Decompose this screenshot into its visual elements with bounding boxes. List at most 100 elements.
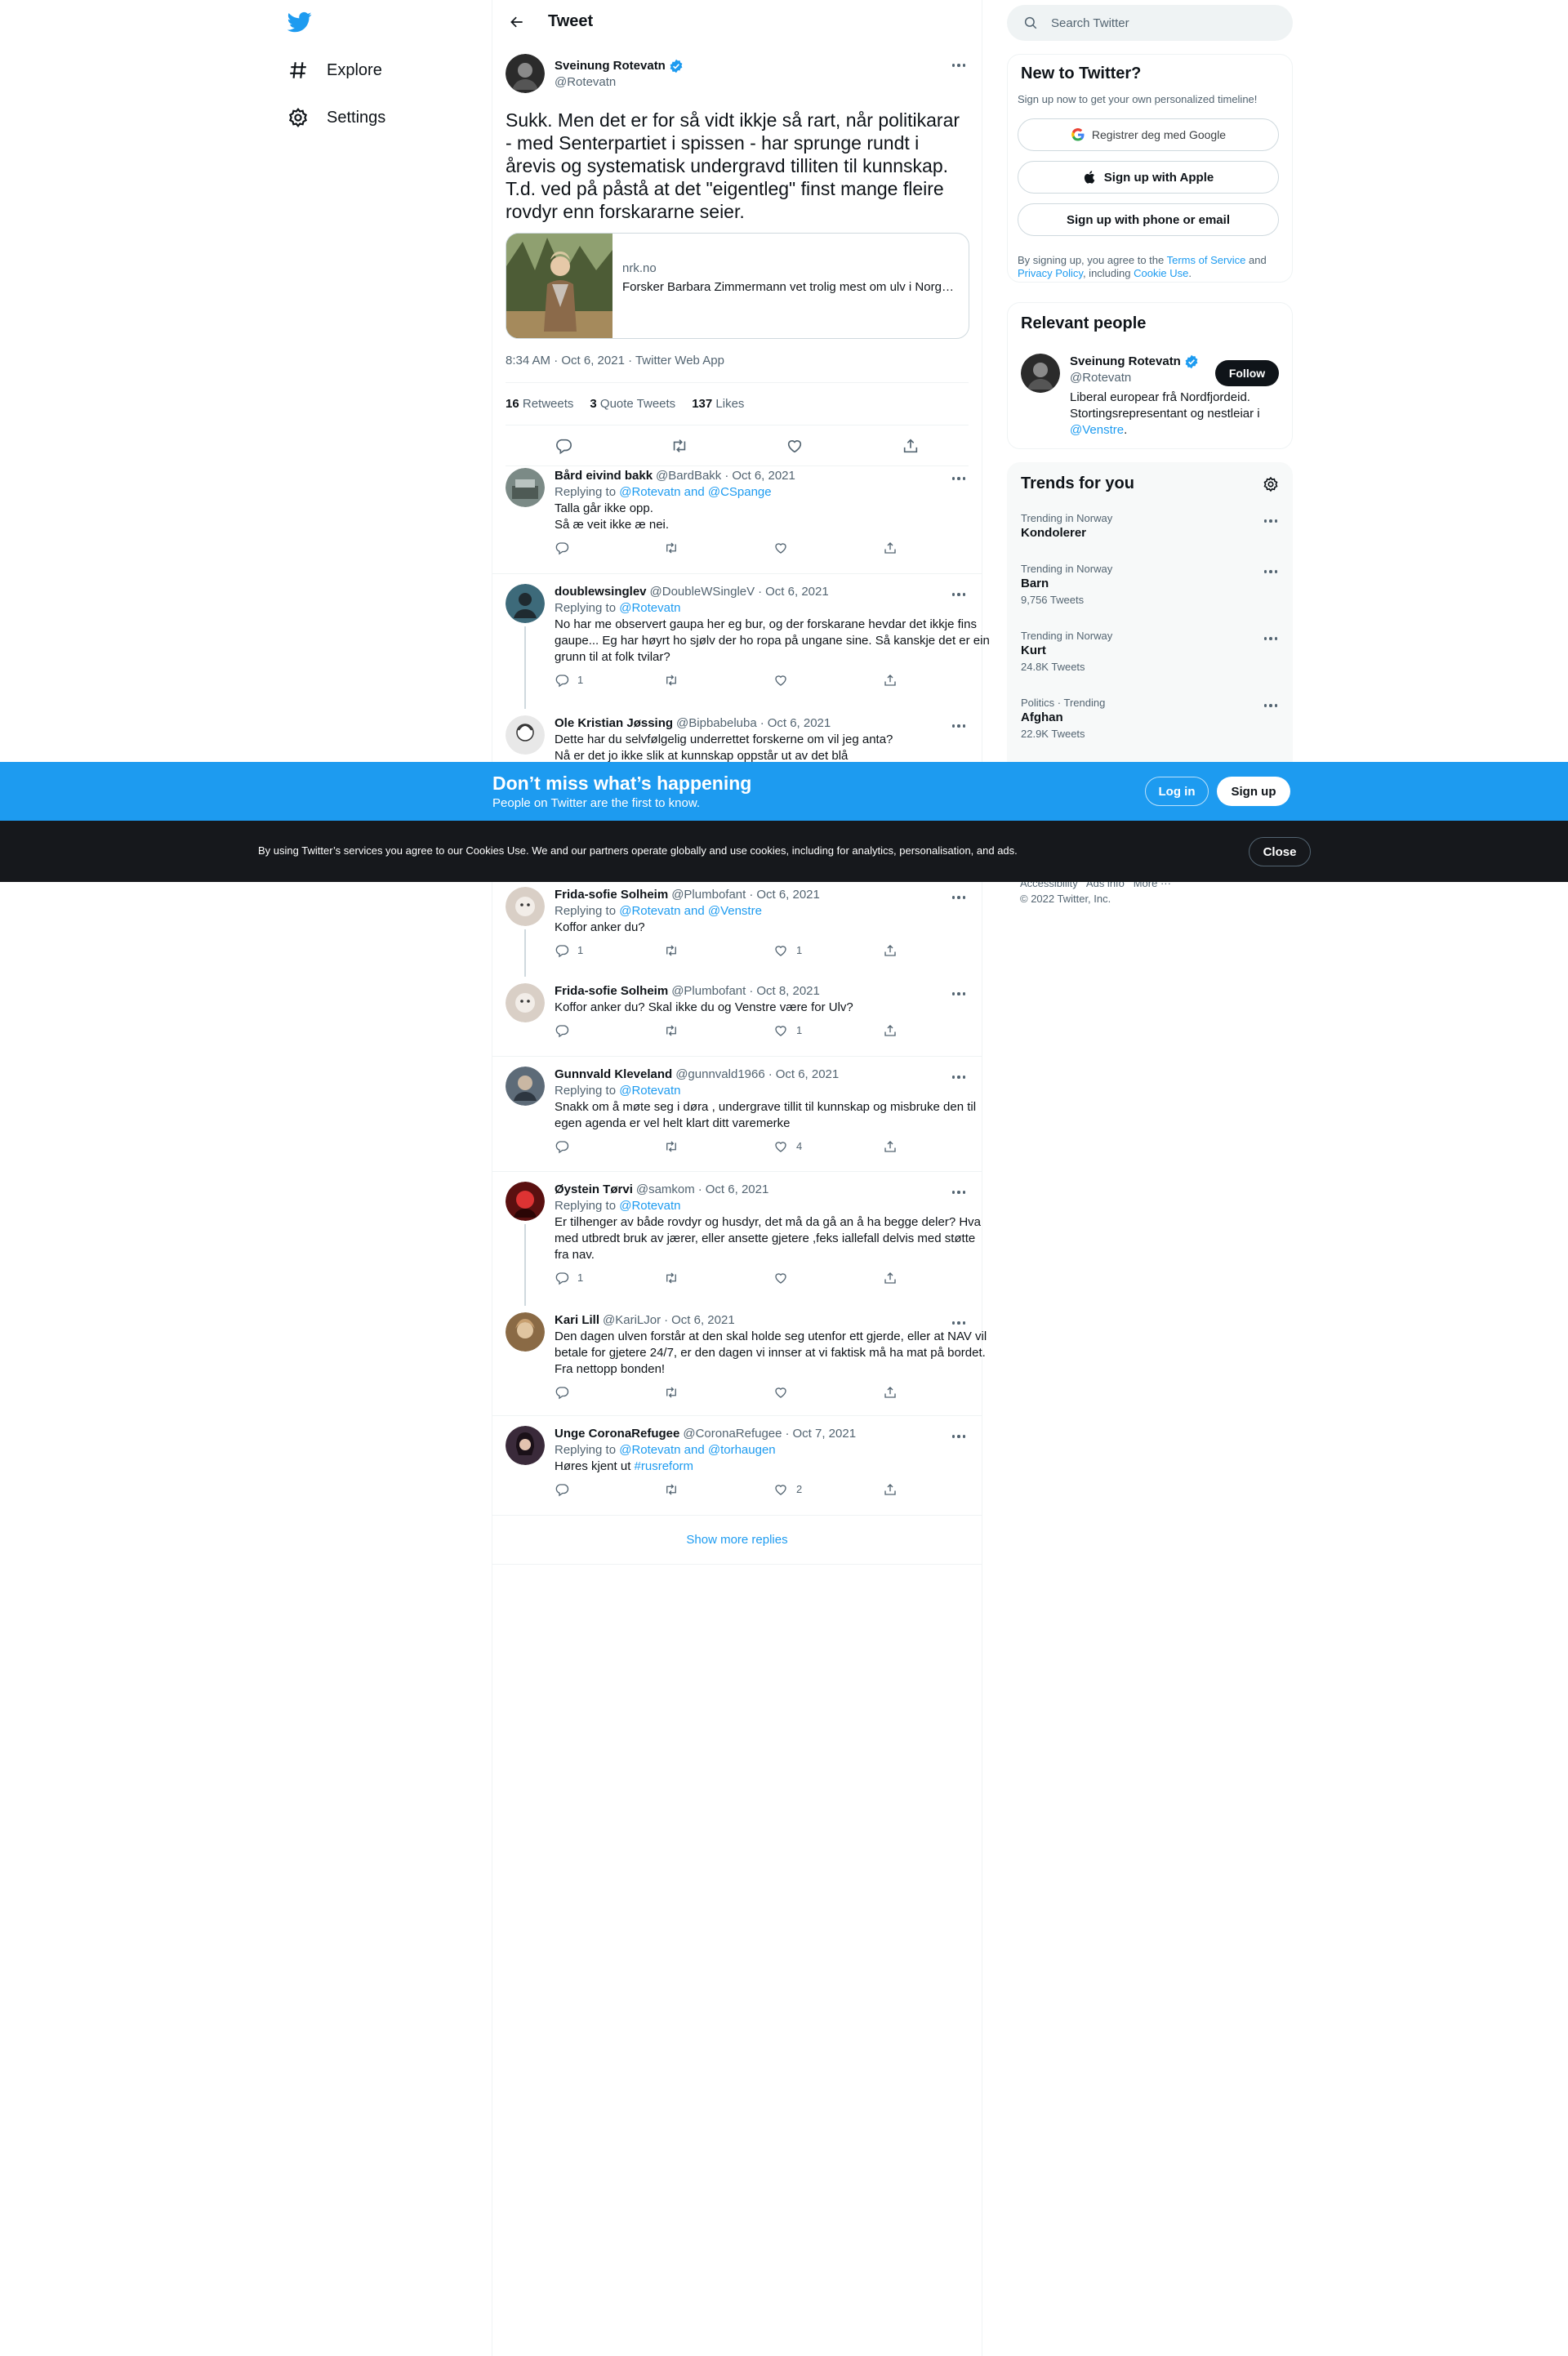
bio-mention-link[interactable]: @Venstre bbox=[1070, 423, 1124, 437]
share-button[interactable] bbox=[883, 1271, 992, 1285]
reply-button[interactable] bbox=[555, 541, 664, 555]
reply-author-handle[interactable]: @Plumbofant bbox=[671, 983, 746, 1000]
reply-button[interactable] bbox=[555, 1139, 664, 1154]
reply-avatar[interactable] bbox=[506, 887, 545, 926]
reply-avatar[interactable] bbox=[506, 983, 545, 1022]
trend-item[interactable]: Trending in Norway Barn 9,756 Tweets bbox=[1021, 563, 1281, 606]
login-button[interactable]: Log in bbox=[1145, 777, 1209, 806]
retweet-button[interactable] bbox=[664, 541, 773, 555]
likes-stat[interactable]: 137 Likes bbox=[692, 397, 744, 411]
trend-item[interactable]: Politics · Trending Afghan 22.9K Tweets bbox=[1021, 697, 1281, 740]
nav-settings[interactable]: Settings bbox=[287, 98, 385, 137]
like-button[interactable]: 4 bbox=[773, 1138, 883, 1155]
reply-author-handle[interactable]: @gunnvald1966 bbox=[675, 1067, 764, 1083]
trend-item[interactable]: Trending in Norway Kondolerer bbox=[1021, 512, 1281, 540]
reply-avatar[interactable] bbox=[506, 1312, 545, 1352]
share-button[interactable] bbox=[883, 1023, 992, 1038]
reply-author-handle[interactable]: @CoronaRefugee bbox=[683, 1426, 782, 1442]
reply-button[interactable] bbox=[555, 1023, 664, 1038]
retweet-button[interactable] bbox=[664, 1271, 773, 1285]
like-button[interactable]: 1 bbox=[773, 1022, 883, 1039]
reply-date[interactable]: Oct 8, 2021 bbox=[756, 983, 820, 1000]
share-button[interactable] bbox=[883, 1139, 992, 1154]
like-button[interactable] bbox=[773, 1385, 883, 1400]
more-options-icon[interactable] bbox=[949, 1185, 969, 1200]
signup-button[interactable]: Sign up bbox=[1217, 777, 1290, 806]
reply-author-handle[interactable]: @DoubleWSingleV bbox=[650, 584, 755, 600]
more-options-icon[interactable] bbox=[949, 719, 969, 733]
reply-button[interactable]: 1 bbox=[555, 672, 664, 688]
google-signup-button[interactable]: Registrer deg med Google bbox=[1018, 118, 1279, 151]
reply-author-handle[interactable]: @KariLJor bbox=[603, 1312, 661, 1329]
retweet-button[interactable] bbox=[664, 943, 773, 958]
settings-gear-icon[interactable] bbox=[1263, 476, 1279, 492]
retweet-button[interactable] bbox=[664, 1139, 773, 1154]
like-button[interactable] bbox=[773, 1271, 883, 1285]
relevant-person-avatar[interactable] bbox=[1021, 354, 1060, 393]
share-icon[interactable] bbox=[902, 437, 920, 455]
reply-author-name[interactable]: Ole Kristian Jøssing bbox=[555, 715, 673, 732]
more-options-icon[interactable] bbox=[1261, 698, 1281, 713]
reply-button[interactable] bbox=[555, 1385, 664, 1400]
reply-author-handle[interactable]: @Plumbofant bbox=[671, 887, 746, 903]
reply-item[interactable]: Øystein Tørvi @samkom · Oct 6, 2021 Replyin… bbox=[492, 1172, 982, 1306]
reply-date[interactable]: Oct 6, 2021 bbox=[768, 715, 831, 732]
reply-author-name[interactable]: Frida-sofie Solheim bbox=[555, 983, 668, 1000]
reply-item[interactable]: Bård eivind bakk @BardBakk · Oct 6, 2021 Re… bbox=[492, 458, 982, 574]
reply-avatar[interactable] bbox=[506, 1067, 545, 1106]
reply-icon[interactable] bbox=[555, 437, 572, 455]
reply-avatar[interactable] bbox=[506, 1426, 545, 1465]
follow-button[interactable]: Follow bbox=[1215, 360, 1279, 386]
reply-avatar[interactable] bbox=[506, 1182, 545, 1221]
reply-author-name[interactable]: Bård eivind bakk bbox=[555, 468, 653, 484]
terms-of-service-link[interactable]: Terms of Service bbox=[1167, 254, 1246, 266]
reply-item[interactable]: Gunnvald Kleveland @gunnvald1966 · Oct 6, 2… bbox=[492, 1057, 982, 1172]
replying-to-link[interactable]: @Rotevatn and @CSpange bbox=[619, 485, 771, 499]
like-button[interactable]: 1 bbox=[773, 942, 883, 959]
cookie-use-link[interactable]: Cookie Use bbox=[1134, 267, 1188, 279]
reply-button[interactable]: 1 bbox=[555, 1270, 664, 1286]
more-options-icon[interactable] bbox=[1261, 514, 1281, 528]
share-button[interactable] bbox=[883, 541, 992, 555]
retweet-button[interactable] bbox=[664, 673, 773, 688]
reply-avatar[interactable] bbox=[506, 584, 545, 623]
reply-item[interactable]: Kari Lill @KariLJor · Oct 6, 2021 Den dagen… bbox=[492, 1303, 987, 1416]
author-handle[interactable]: @Rotevatn bbox=[555, 75, 684, 89]
reply-item[interactable]: Unge CoronaRefugee @CoronaRefugee · Oct 7, … bbox=[492, 1416, 982, 1516]
tweet-timestamp[interactable]: 8:34 AM · Oct 6, 2021 · Twitter Web App bbox=[506, 354, 969, 383]
reply-author-name[interactable]: Frida-sofie Solheim bbox=[555, 887, 668, 903]
reply-date[interactable]: Oct 6, 2021 bbox=[765, 584, 829, 600]
reply-author-name[interactable]: Øystein Tørvi bbox=[555, 1182, 633, 1198]
reply-item[interactable]: Frida-sofie Solheim @Plumbofant · Oct 8, 20… bbox=[492, 973, 982, 1057]
reply-author-handle[interactable]: @BardBakk bbox=[656, 468, 721, 484]
retweet-button[interactable] bbox=[664, 1385, 773, 1400]
replying-to-link[interactable]: @Rotevatn bbox=[619, 601, 680, 615]
author-avatar[interactable] bbox=[506, 54, 545, 93]
relevant-person-handle[interactable]: @Rotevatn bbox=[1070, 370, 1233, 386]
more-options-icon[interactable] bbox=[1261, 631, 1281, 646]
retweet-icon[interactable] bbox=[670, 437, 688, 455]
reply-date[interactable]: Oct 7, 2021 bbox=[793, 1426, 857, 1442]
search-input[interactable]: Search Twitter bbox=[1051, 16, 1129, 30]
retweets-stat[interactable]: 16 Retweets bbox=[506, 397, 573, 411]
apple-signup-button[interactable]: Sign up with Apple bbox=[1018, 161, 1279, 194]
reply-avatar[interactable] bbox=[506, 715, 545, 755]
reply-button[interactable] bbox=[555, 1482, 664, 1497]
reply-author-name[interactable]: Gunnvald Kleveland bbox=[555, 1067, 672, 1083]
retweet-button[interactable] bbox=[664, 1482, 773, 1497]
more-options-icon[interactable] bbox=[949, 1070, 969, 1084]
more-options-icon[interactable] bbox=[949, 1429, 969, 1444]
share-button[interactable] bbox=[883, 1385, 992, 1400]
cookie-close-button[interactable]: Close bbox=[1249, 837, 1311, 866]
like-icon[interactable] bbox=[786, 437, 804, 455]
reply-date[interactable]: Oct 6, 2021 bbox=[756, 887, 820, 903]
more-options-icon[interactable] bbox=[949, 58, 969, 73]
trend-item[interactable]: Trending in Norway Kurt 24.8K Tweets bbox=[1021, 630, 1281, 673]
privacy-policy-link[interactable]: Privacy Policy bbox=[1018, 267, 1083, 279]
author-name[interactable]: Sveinung Rotevatn bbox=[555, 59, 666, 73]
reply-item[interactable]: doublewsinglev @DoubleWSingleV · Oct 6, 202… bbox=[492, 574, 990, 709]
more-options-icon[interactable] bbox=[949, 986, 969, 1001]
share-button[interactable] bbox=[883, 943, 992, 958]
share-button[interactable] bbox=[883, 673, 992, 688]
back-arrow-icon[interactable] bbox=[506, 11, 528, 33]
